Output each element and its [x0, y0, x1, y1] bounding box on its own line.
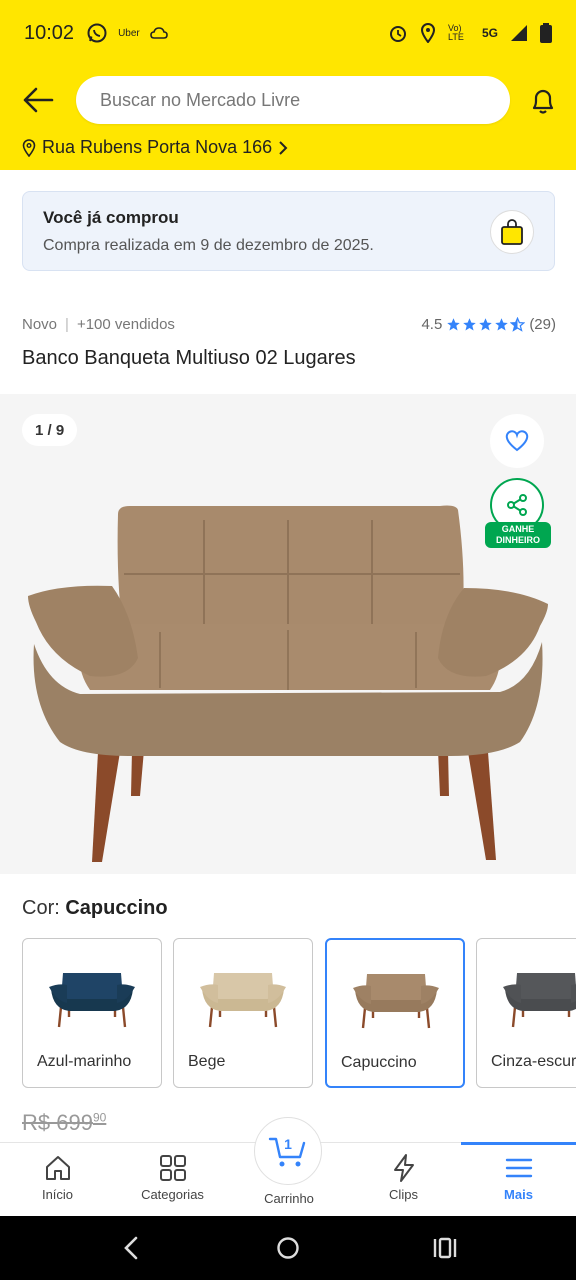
arrow-left-icon [23, 87, 54, 113]
color-variants: Azul-marinho Bege Capuccino Cinza-escuro [22, 938, 576, 1090]
old-price: R$ 69990 [22, 1110, 106, 1136]
star-icon [447, 318, 461, 331]
star-icon [479, 318, 493, 331]
app-header: 10:02 Uber Vo) LTE 5G Buscar no Mercado … [0, 0, 576, 170]
nav-label: Clips [389, 1187, 418, 1202]
notifications-button[interactable] [524, 84, 562, 118]
system-recents-icon[interactable] [432, 1237, 458, 1259]
cloud-icon [149, 27, 168, 39]
status-bar: 10:02 Uber Vo) LTE 5G [0, 0, 576, 66]
signal-icon [511, 25, 527, 41]
image-counter: 1 / 9 [22, 414, 78, 446]
cart-count: 1 [284, 1136, 292, 1152]
nav-inicio[interactable]: Início [0, 1143, 115, 1217]
volte-icon: Vo) LTE [447, 23, 464, 42]
bell-icon [532, 89, 554, 114]
product-meta: Novo | +100 vendidos [22, 316, 175, 333]
nav-mais[interactable]: Mais [461, 1142, 576, 1217]
nav-label: Mais [504, 1187, 533, 1202]
sofa-capuccino-thumbnail [353, 974, 439, 1029]
product-rating[interactable]: 4.5 (29) [421, 316, 556, 333]
product-title: Banco Banqueta Multiuso 02 Lugares [22, 347, 356, 369]
color-label-prefix: Cor: [22, 897, 60, 919]
rating-stars [446, 317, 526, 332]
nav-carrinho[interactable]: 1 [254, 1117, 322, 1185]
color-option-label: Azul-marinho [37, 1053, 132, 1070]
system-navigation-bar [0, 1216, 576, 1280]
chevron-right-icon [279, 140, 288, 155]
nav-label: Categorias [141, 1187, 204, 1202]
sofa-product-image [28, 505, 548, 862]
location-icon [420, 23, 435, 43]
shopping-bag-badge [490, 210, 534, 254]
lightning-icon [393, 1154, 414, 1182]
alarm-icon [389, 26, 406, 42]
system-home-icon[interactable] [276, 1236, 300, 1260]
categories-grid-icon [159, 1155, 186, 1181]
whatsapp-icon [87, 23, 107, 43]
location-pin-icon [22, 138, 36, 157]
color-option-cinza-escuro[interactable]: Cinza-escuro [476, 938, 576, 1088]
sofa-cinza-escuro-thumbnail [503, 973, 576, 1028]
purchase-notice-subtitle: Compra realizada em 9 de dezembro de 202… [43, 237, 374, 254]
color-label: Cor: Capuccino [22, 897, 168, 920]
nav-categorias[interactable]: Categorias [115, 1143, 230, 1217]
search-input[interactable]: Buscar no Mercado Livre [76, 76, 510, 124]
color-option-bege[interactable]: Bege [173, 938, 313, 1088]
selected-color-name: Capuccino [65, 897, 168, 919]
status-left-icons: Uber [86, 22, 168, 44]
old-price-cents: 90 [92, 1110, 107, 1125]
product-gallery[interactable]: 1 / 9 GANHE DINHEIRO [0, 394, 576, 874]
search-placeholder: Buscar no Mercado Livre [100, 89, 301, 110]
delivery-address[interactable]: Rua Rubens Porta Nova 166 [22, 137, 288, 158]
network-type: 5G [481, 26, 498, 40]
nav-label: Início [41, 1187, 74, 1202]
address-label: Rua Rubens Porta Nova 166 [42, 137, 273, 157]
nav-label: Carrinho [264, 1191, 314, 1206]
old-price-main: R$ 699 [22, 1110, 93, 1135]
rating-value: 4.5 [421, 316, 443, 333]
home-icon [45, 1156, 70, 1180]
color-option-capuccino[interactable]: Capuccino [325, 938, 465, 1088]
bottom-navigation: Início Categorias 1 Carrinho Clips Mais [0, 1117, 576, 1217]
product-condition: Novo [22, 316, 58, 333]
color-option-azul-marinho[interactable]: Azul-marinho [22, 938, 162, 1088]
product-sold-count: +100 vendidos [76, 316, 175, 333]
purchase-notice-title: Você já comprou [43, 208, 179, 227]
rating-count: (29) [529, 316, 556, 333]
battery-icon [540, 23, 552, 43]
sofa-azul-marinho-thumbnail [49, 973, 135, 1028]
back-button[interactable] [18, 84, 58, 116]
star-icon [463, 318, 477, 331]
search-row: Buscar no Mercado Livre [0, 76, 576, 124]
status-right-icons: Vo) LTE 5G [388, 23, 552, 43]
purchase-notice-card[interactable]: Você já comprou Compra realizada em 9 de… [22, 191, 555, 271]
uber-icon: Uber [118, 27, 140, 39]
color-option-label: Capuccino [341, 1054, 417, 1071]
color-option-label: Cinza-escuro [491, 1053, 576, 1070]
nav-clips[interactable]: Clips [346, 1143, 461, 1217]
cart-icon: 1 [268, 1136, 306, 1167]
shopping-bag-icon [501, 219, 523, 245]
star-half-icon [510, 317, 526, 332]
status-time: 10:02 [24, 21, 75, 44]
menu-icon [505, 1158, 532, 1178]
color-option-label: Bege [188, 1053, 226, 1070]
system-back-icon[interactable] [120, 1236, 142, 1260]
star-icon [495, 318, 509, 331]
sofa-bege-thumbnail [200, 973, 286, 1028]
